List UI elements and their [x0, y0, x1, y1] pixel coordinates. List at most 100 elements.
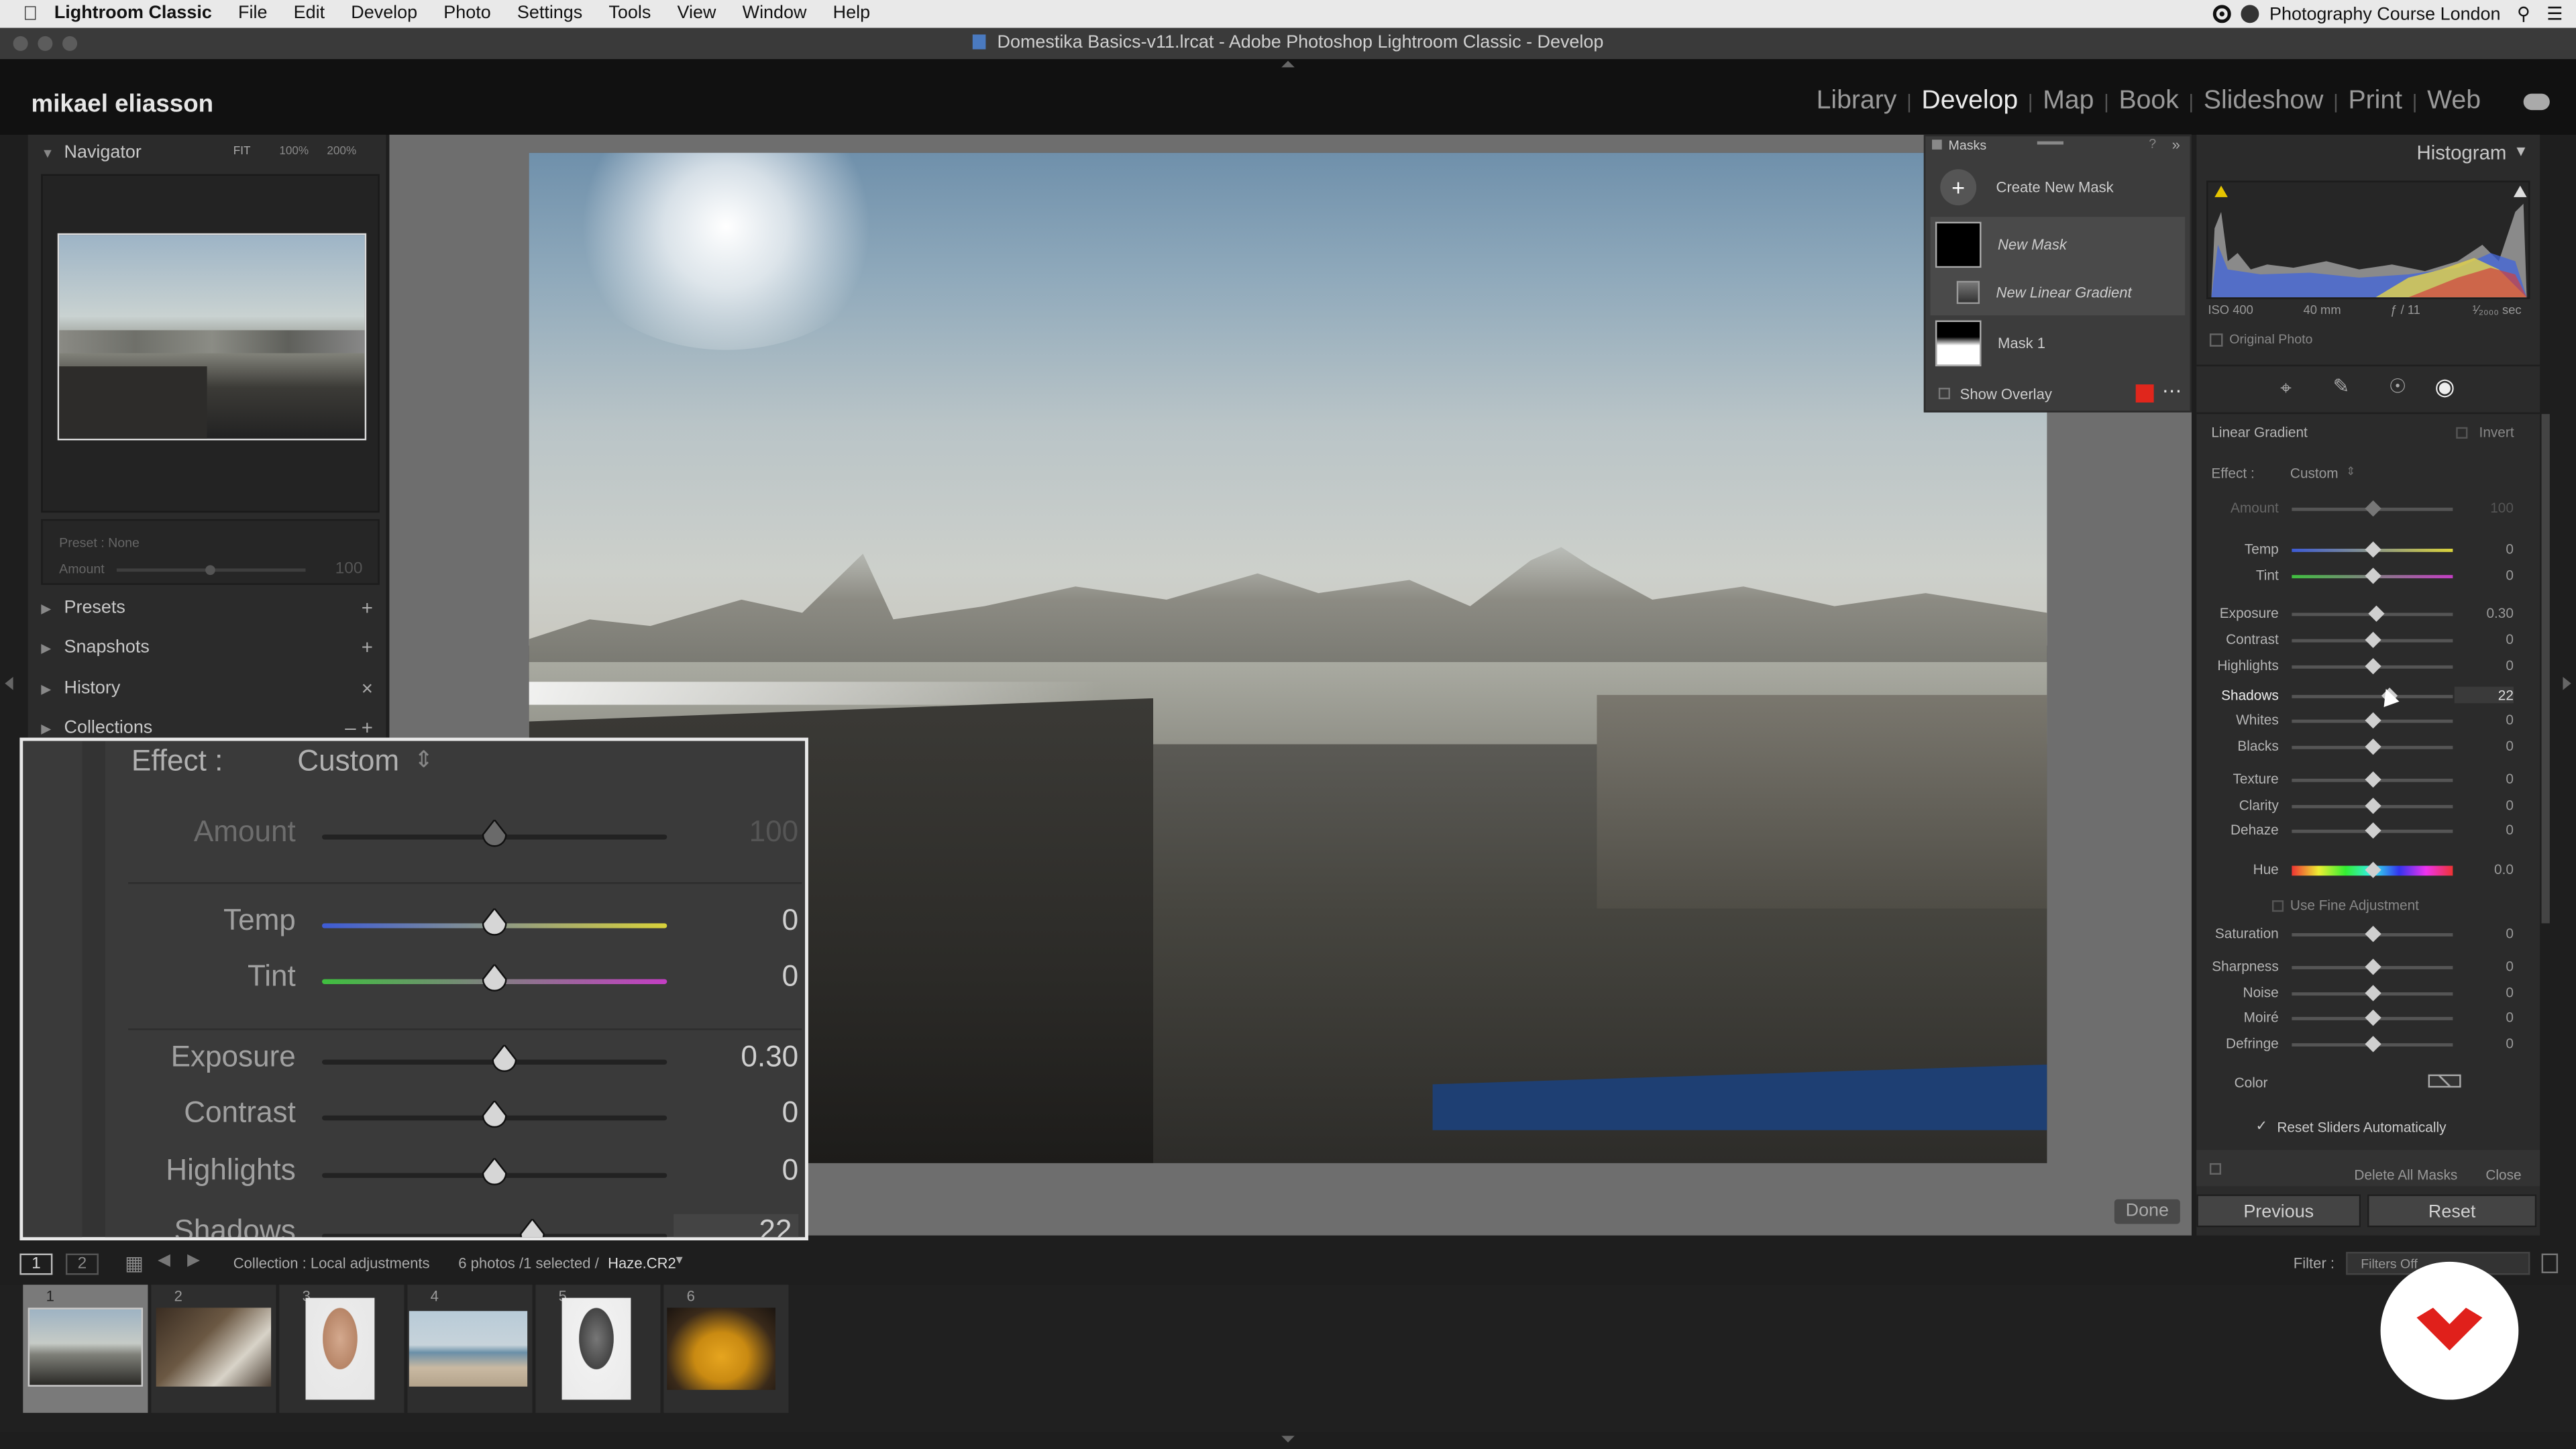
previous-button[interactable]: Previous — [2196, 1194, 2361, 1228]
check-icon[interactable]: ✓ — [2255, 1117, 2267, 1135]
callout-temp-value[interactable]: 0 — [684, 904, 799, 938]
add-snapshot-icon[interactable]: + — [362, 629, 373, 665]
filename[interactable]: Haze.CR2 — [608, 1255, 676, 1271]
menu-settings[interactable]: Settings — [517, 0, 582, 28]
second-window-button[interactable]: 2 — [65, 1253, 99, 1275]
callout-highlights-value[interactable]: 0 — [684, 1153, 799, 1187]
noise-value[interactable]: 0 — [2455, 984, 2514, 1000]
overlay-color-swatch[interactable] — [2135, 384, 2154, 403]
highlights-value[interactable]: 0 — [2455, 657, 2514, 674]
filmstrip-cell[interactable]: 2 — [151, 1285, 276, 1413]
contrast-slider-thumb[interactable] — [2364, 631, 2381, 649]
masks-panel-grip-icon[interactable] — [1932, 140, 1942, 150]
masks-drag-handle[interactable] — [2037, 141, 2063, 145]
histogram-label[interactable]: Histogram — [2416, 142, 2506, 164]
masking-tool-icon[interactable]: ◉ — [2434, 373, 2455, 401]
filename-dropdown-icon[interactable]: ▼ — [674, 1255, 685, 1267]
module-print[interactable]: Print — [2339, 87, 2412, 117]
blacks-slider-thumb[interactable] — [2364, 738, 2381, 755]
collapse-panel-icon[interactable]: » — [2172, 136, 2180, 152]
menu-right-text[interactable]: Photography Course London — [2269, 4, 2501, 23]
filmstrip-cell[interactable]: 5 — [535, 1285, 661, 1413]
callout-highlights-slider-thumb[interactable] — [482, 1157, 508, 1188]
amount-value[interactable]: 100 — [2455, 499, 2514, 515]
snapshots-header[interactable]: ▶ Snapshots + — [41, 629, 379, 665]
contrast-value[interactable]: 0 — [2455, 631, 2514, 647]
clear-history-icon[interactable]: × — [362, 670, 373, 706]
menu-file[interactable]: File — [238, 0, 267, 28]
moir--slider-thumb[interactable] — [2364, 1010, 2381, 1026]
zoom-200[interactable]: 200% — [327, 135, 356, 171]
back-arrow-icon[interactable]: ◀ — [158, 1252, 170, 1270]
add-preset-icon[interactable]: + — [362, 590, 373, 626]
navigator-header[interactable]: ▼ Navigator FIT 100% 200% — [41, 135, 379, 171]
main-window-button[interactable]: 1 — [19, 1253, 53, 1275]
healing-tool-icon[interactable]: ✎ — [2333, 374, 2350, 397]
module-slideshow[interactable]: Slideshow — [2194, 87, 2333, 117]
defringe-value[interactable]: 0 — [2455, 1035, 2514, 1051]
callout-exposure-slider-thumb[interactable] — [492, 1043, 518, 1075]
more-options-icon[interactable]: ⋯ — [2162, 380, 2182, 402]
exposure-slider-thumb[interactable] — [2369, 605, 2385, 622]
apple-icon[interactable]:  — [23, 0, 38, 28]
amount-slider-thumb[interactable] — [2364, 500, 2381, 517]
create-new-mask-button[interactable]: + Create New Mask — [1931, 160, 2186, 215]
collection-source[interactable]: Collection : Local adjustments — [233, 1255, 430, 1271]
forward-arrow-icon[interactable]: ▶ — [187, 1252, 200, 1270]
navigator-preview[interactable] — [41, 174, 380, 513]
filmstrip-cell[interactable]: 4 — [407, 1285, 533, 1413]
grid-view-icon[interactable]: ▦ — [125, 1252, 144, 1275]
help-icon[interactable]: ? — [2149, 136, 2156, 151]
callout-contrast-value[interactable]: 0 — [684, 1095, 799, 1130]
module-book[interactable]: Book — [2109, 87, 2189, 117]
callout-tint-value[interactable]: 0 — [684, 959, 799, 994]
sharpness-slider-thumb[interactable] — [2364, 959, 2381, 975]
top-panel-collapse-icon[interactable] — [1281, 60, 1295, 68]
noise-slider-thumb[interactable] — [2364, 985, 2381, 1002]
effect-dropdown-arrow-icon[interactable]: ⇕ — [2346, 465, 2355, 478]
filmstrip-cell[interactable]: 1 — [23, 1285, 148, 1413]
tint-slider-thumb[interactable] — [2364, 568, 2381, 584]
reset-button[interactable]: Reset — [2367, 1194, 2537, 1228]
clarity-slider-thumb[interactable] — [2364, 798, 2381, 814]
sharpness-value[interactable]: 0 — [2455, 958, 2514, 974]
menu-window[interactable]: Window — [743, 0, 807, 28]
histogram[interactable] — [2206, 180, 2530, 299]
highlights-slider-thumb[interactable] — [2364, 657, 2381, 675]
mask-component-gradient[interactable]: New Linear Gradient — [1931, 264, 2186, 320]
temp-slider-thumb[interactable] — [2364, 541, 2381, 558]
texture-value[interactable]: 0 — [2455, 771, 2514, 787]
navigator-thumbnail[interactable] — [57, 233, 367, 441]
whites-slider-thumb[interactable] — [2364, 712, 2381, 729]
menu-edit[interactable]: Edit — [294, 0, 325, 28]
shadows-value[interactable]: 22 — [2454, 686, 2514, 704]
zoom-fit[interactable]: FIT — [233, 135, 251, 171]
delete-all-masks-button[interactable]: Delete All Masks — [2354, 1167, 2457, 1183]
callout-amount-slider-thumb[interactable] — [482, 818, 508, 849]
callout-temp-slider-thumb[interactable] — [482, 907, 508, 938]
hue-value[interactable]: 0.0 — [2455, 861, 2514, 877]
toggle-mask-switch[interactable] — [2209, 1163, 2222, 1175]
blacks-value[interactable]: 0 — [2455, 738, 2514, 754]
saturation-value[interactable]: 0 — [2455, 925, 2514, 941]
module-web[interactable]: Web — [2417, 87, 2490, 117]
effect-dropdown[interactable]: Custom — [2290, 465, 2339, 481]
module-library[interactable]: Library — [1807, 87, 1907, 117]
record-icon[interactable] — [2213, 5, 2232, 23]
history-header[interactable]: ▶ History × — [41, 670, 379, 706]
menu-help[interactable]: Help — [833, 0, 870, 28]
presets-header[interactable]: ▶ Presets + — [41, 590, 379, 626]
menu-tools[interactable]: Tools — [608, 0, 651, 28]
texture-slider-thumb[interactable] — [2364, 771, 2381, 788]
callout-tint-slider-thumb[interactable] — [482, 963, 508, 994]
moir--value[interactable]: 0 — [2455, 1009, 2514, 1025]
filter-lock-icon[interactable] — [2541, 1253, 2559, 1273]
callout-amount-value[interactable]: 100 — [684, 815, 799, 849]
search-icon[interactable]: ⚲ — [2517, 3, 2530, 25]
preset-amount-thumb[interactable] — [205, 565, 215, 576]
right-panel-scrollbar[interactable] — [2541, 414, 2550, 924]
mask-item-mask-1[interactable]: Mask 1 — [1931, 315, 2186, 371]
fine-adjust-checkbox[interactable] — [2271, 900, 2284, 912]
tint-value[interactable]: 0 — [2455, 567, 2514, 583]
dehaze-slider-thumb[interactable] — [2364, 822, 2381, 839]
